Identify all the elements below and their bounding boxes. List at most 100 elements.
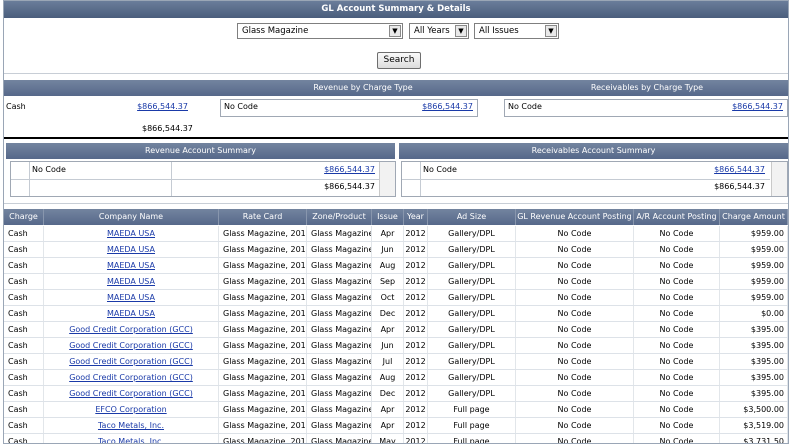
table-cell: Glass Magazine xyxy=(307,274,372,289)
table-cell: Glass Magazine xyxy=(307,242,372,257)
revenue-code-amount-link[interactable]: $866,544.37 xyxy=(422,102,473,111)
receivables-code-box: No Code $866,544.37 xyxy=(504,99,788,117)
table-cell: Full page xyxy=(428,434,516,443)
table-cell: $395.00 xyxy=(720,386,788,401)
table-cell: Cash xyxy=(4,226,44,241)
table-cell: Full page xyxy=(428,418,516,433)
table-cell: Apr xyxy=(372,402,404,417)
table-cell: Cash xyxy=(4,306,44,321)
table-cell: Glass Magazine xyxy=(307,434,372,443)
revenue-account-code-label: No Code xyxy=(32,165,66,174)
table-cell: $3,731.50 xyxy=(720,434,788,443)
table-cell-company: MAEDA USA xyxy=(44,226,219,241)
col-company-name[interactable]: Company Name xyxy=(44,209,219,225)
table-row: Cash Good Credit Corporation (GCC) Glass M… xyxy=(4,338,788,354)
table-cell: No Code xyxy=(516,418,634,433)
table-cell: Glass Magazine xyxy=(307,402,372,417)
receivables-code-amount-link[interactable]: $866,544.37 xyxy=(732,102,783,111)
receivables-by-charge-header: Receivables by Charge Type xyxy=(590,83,704,92)
table-cell: 2012 xyxy=(404,242,428,257)
years-select[interactable]: All Years ▼ xyxy=(409,23,469,39)
divider xyxy=(4,73,788,74)
col-ad-size[interactable]: Ad Size xyxy=(428,209,516,225)
chevron-down-icon[interactable]: ▼ xyxy=(389,25,401,37)
company-link[interactable]: MAEDA USA xyxy=(107,277,155,286)
table-cell-company: MAEDA USA xyxy=(44,306,219,321)
table-row: Cash MAEDA USA Glass Magazine, 2012 Glass M… xyxy=(4,258,788,274)
table-cell: No Code xyxy=(634,402,720,417)
company-link[interactable]: EFCO Corporation xyxy=(95,405,166,414)
col-issue[interactable]: Issue xyxy=(372,209,404,225)
company-link[interactable]: Taco Metals, Inc. xyxy=(98,421,164,430)
table-cell: Glass Magazine, 2012 xyxy=(219,354,307,369)
table-cell-company: Taco Metals, Inc. xyxy=(44,418,219,433)
col-gl-revenue[interactable]: GL Revenue Account Posting xyxy=(516,209,634,225)
table-cell: Apr xyxy=(372,226,404,241)
table-cell: $3,500.00 xyxy=(720,402,788,417)
table-cell: Glass Magazine, 2012 xyxy=(219,290,307,305)
company-link[interactable]: MAEDA USA xyxy=(107,293,155,302)
col-charge[interactable]: Charge xyxy=(4,209,44,225)
table-cell: $959.00 xyxy=(720,258,788,273)
chevron-down-icon[interactable]: ▼ xyxy=(455,25,467,37)
col-rate-card[interactable]: Rate Card xyxy=(219,209,307,225)
table-cell: Glass Magazine, 2012 xyxy=(219,370,307,385)
search-button[interactable]: Search xyxy=(377,52,421,69)
company-link[interactable]: Good Credit Corporation (GCC) xyxy=(69,325,193,334)
table-cell: Glass Magazine xyxy=(307,386,372,401)
charge-amount-link[interactable]: $866,544.37 xyxy=(137,100,188,114)
years-select-value: All Years xyxy=(414,26,450,36)
table-cell-company: EFCO Corporation xyxy=(44,402,219,417)
company-link[interactable]: MAEDA USA xyxy=(107,309,155,318)
table-cell-company: MAEDA USA xyxy=(44,242,219,257)
col-zone-product[interactable]: Zone/Product xyxy=(307,209,372,225)
table-cell: Gallery/DPL xyxy=(428,338,516,353)
table-row: Cash Good Credit Corporation (GCC) Glass M… xyxy=(4,322,788,338)
table-cell: 2012 xyxy=(404,306,428,321)
company-link[interactable]: Good Credit Corporation (GCC) xyxy=(69,373,193,382)
table-cell: $3,519.00 xyxy=(720,418,788,433)
table-cell: $959.00 xyxy=(720,290,788,305)
company-link[interactable]: Good Credit Corporation (GCC) xyxy=(69,341,193,350)
col-year[interactable]: Year xyxy=(404,209,428,225)
table-cell: Glass Magazine xyxy=(307,290,372,305)
table-cell: Gallery/DPL xyxy=(428,322,516,337)
col-ar-posting[interactable]: A/R Account Posting xyxy=(634,209,720,225)
company-link[interactable]: MAEDA USA xyxy=(107,261,155,270)
scrollbar[interactable] xyxy=(379,162,395,196)
table-cell: Full page xyxy=(428,402,516,417)
company-link[interactable]: Good Credit Corporation (GCC) xyxy=(69,357,193,366)
table-cell: Glass Magazine xyxy=(307,226,372,241)
revenue-by-charge-header: Revenue by Charge Type xyxy=(313,83,413,92)
issues-select[interactable]: All Issues ▼ xyxy=(474,23,559,39)
table-row: Cash MAEDA USA Glass Magazine, 2012 Glass M… xyxy=(4,226,788,242)
revenue-account-amount-link[interactable]: $866,544.37 xyxy=(324,165,375,174)
table-cell: 2012 xyxy=(404,226,428,241)
magazine-select[interactable]: Glass Magazine ▼ xyxy=(237,23,403,39)
col-charge-amount[interactable]: Charge Amount xyxy=(720,209,788,225)
company-link[interactable]: Good Credit Corporation (GCC) xyxy=(69,389,193,398)
table-cell: Glass Magazine, 2012 xyxy=(219,242,307,257)
receivables-account-amount-link[interactable]: $866,544.37 xyxy=(714,165,765,174)
table-cell: Gallery/DPL xyxy=(428,370,516,385)
table-cell-company: Good Credit Corporation (GCC) xyxy=(44,354,219,369)
table-cell: No Code xyxy=(516,370,634,385)
table-cell: Cash xyxy=(4,370,44,385)
table-cell: Gallery/DPL xyxy=(428,242,516,257)
company-link[interactable]: Taco Metals, Inc. xyxy=(98,437,164,443)
chevron-down-icon[interactable]: ▼ xyxy=(545,25,557,37)
table-cell: No Code xyxy=(516,290,634,305)
company-link[interactable]: MAEDA USA xyxy=(107,245,155,254)
receivables-code-label: No Code xyxy=(508,102,542,111)
scrollbar[interactable] xyxy=(771,162,787,196)
table-cell: Cash xyxy=(4,434,44,443)
table-cell: No Code xyxy=(634,434,720,443)
detail-table-header: Charge Company Name Rate Card Zone/Produ… xyxy=(4,209,788,225)
charge-label: Cash xyxy=(6,102,26,111)
table-cell: Sep xyxy=(372,274,404,289)
divider xyxy=(4,203,788,204)
table-cell: $395.00 xyxy=(720,322,788,337)
company-link[interactable]: MAEDA USA xyxy=(107,229,155,238)
table-row: Cash Good Credit Corporation (GCC) Glass M… xyxy=(4,354,788,370)
table-cell: No Code xyxy=(516,322,634,337)
